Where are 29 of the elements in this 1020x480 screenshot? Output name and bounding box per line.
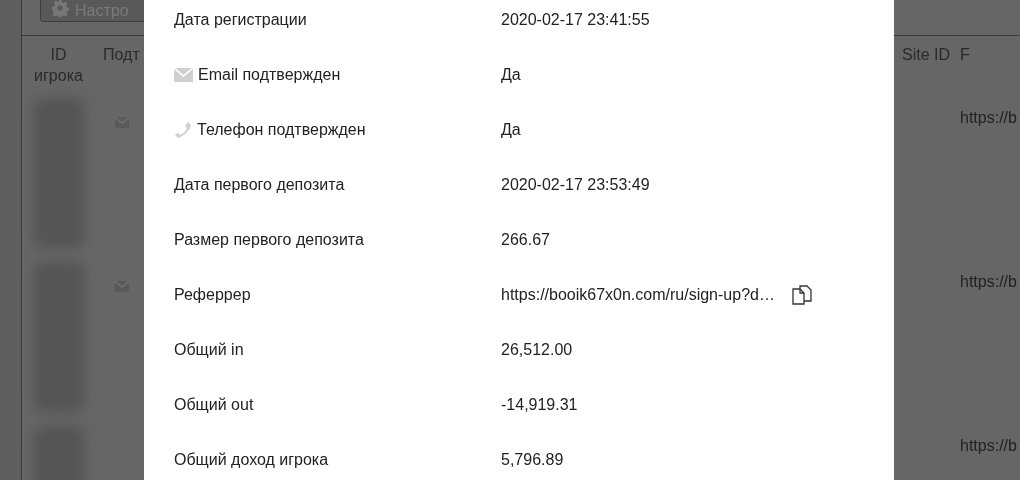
field-label: Телефон подтвержден	[197, 119, 366, 140]
link-text[interactable]: https://b	[960, 437, 1017, 454]
field-value: 266.67	[501, 229, 550, 250]
field-value: 26,512.00	[501, 339, 573, 360]
field-value: https://booik67x0n.com/ru/sign-up?d…	[501, 284, 775, 305]
field-value: Да	[501, 119, 521, 140]
field-label: Реферрер	[174, 284, 251, 305]
link-text[interactable]: https://b	[960, 273, 1017, 290]
column-header: F	[959, 45, 971, 65]
phone-icon	[174, 120, 192, 139]
column-header: Site ID	[901, 45, 951, 65]
field-value: Да	[501, 64, 521, 85]
field-label: Общий доход игрока	[174, 449, 329, 470]
field-label: Email подтвержден	[198, 64, 341, 85]
field-value: 2020-02-17 23:53:49	[501, 174, 650, 195]
field-label: Дата первого депозита	[174, 174, 345, 195]
column-header: ID игрока	[33, 45, 84, 86]
field-label: Общий out	[174, 394, 254, 415]
field-value: -14,919.31	[501, 394, 578, 415]
link-text[interactable]: https://b	[960, 109, 1017, 126]
field-value: 5,796.89	[501, 449, 564, 470]
column-header: Подт	[102, 45, 141, 65]
field-label: Общий in	[174, 339, 244, 360]
field-value: 2020-02-17 23:41:55	[501, 9, 650, 30]
envelope-icon	[174, 67, 193, 82]
gear-icon	[51, 0, 69, 17]
field-label: Дата регистрации	[174, 9, 307, 30]
copy-button[interactable]	[790, 282, 813, 307]
field-label: Размер первого депозита	[174, 229, 364, 250]
